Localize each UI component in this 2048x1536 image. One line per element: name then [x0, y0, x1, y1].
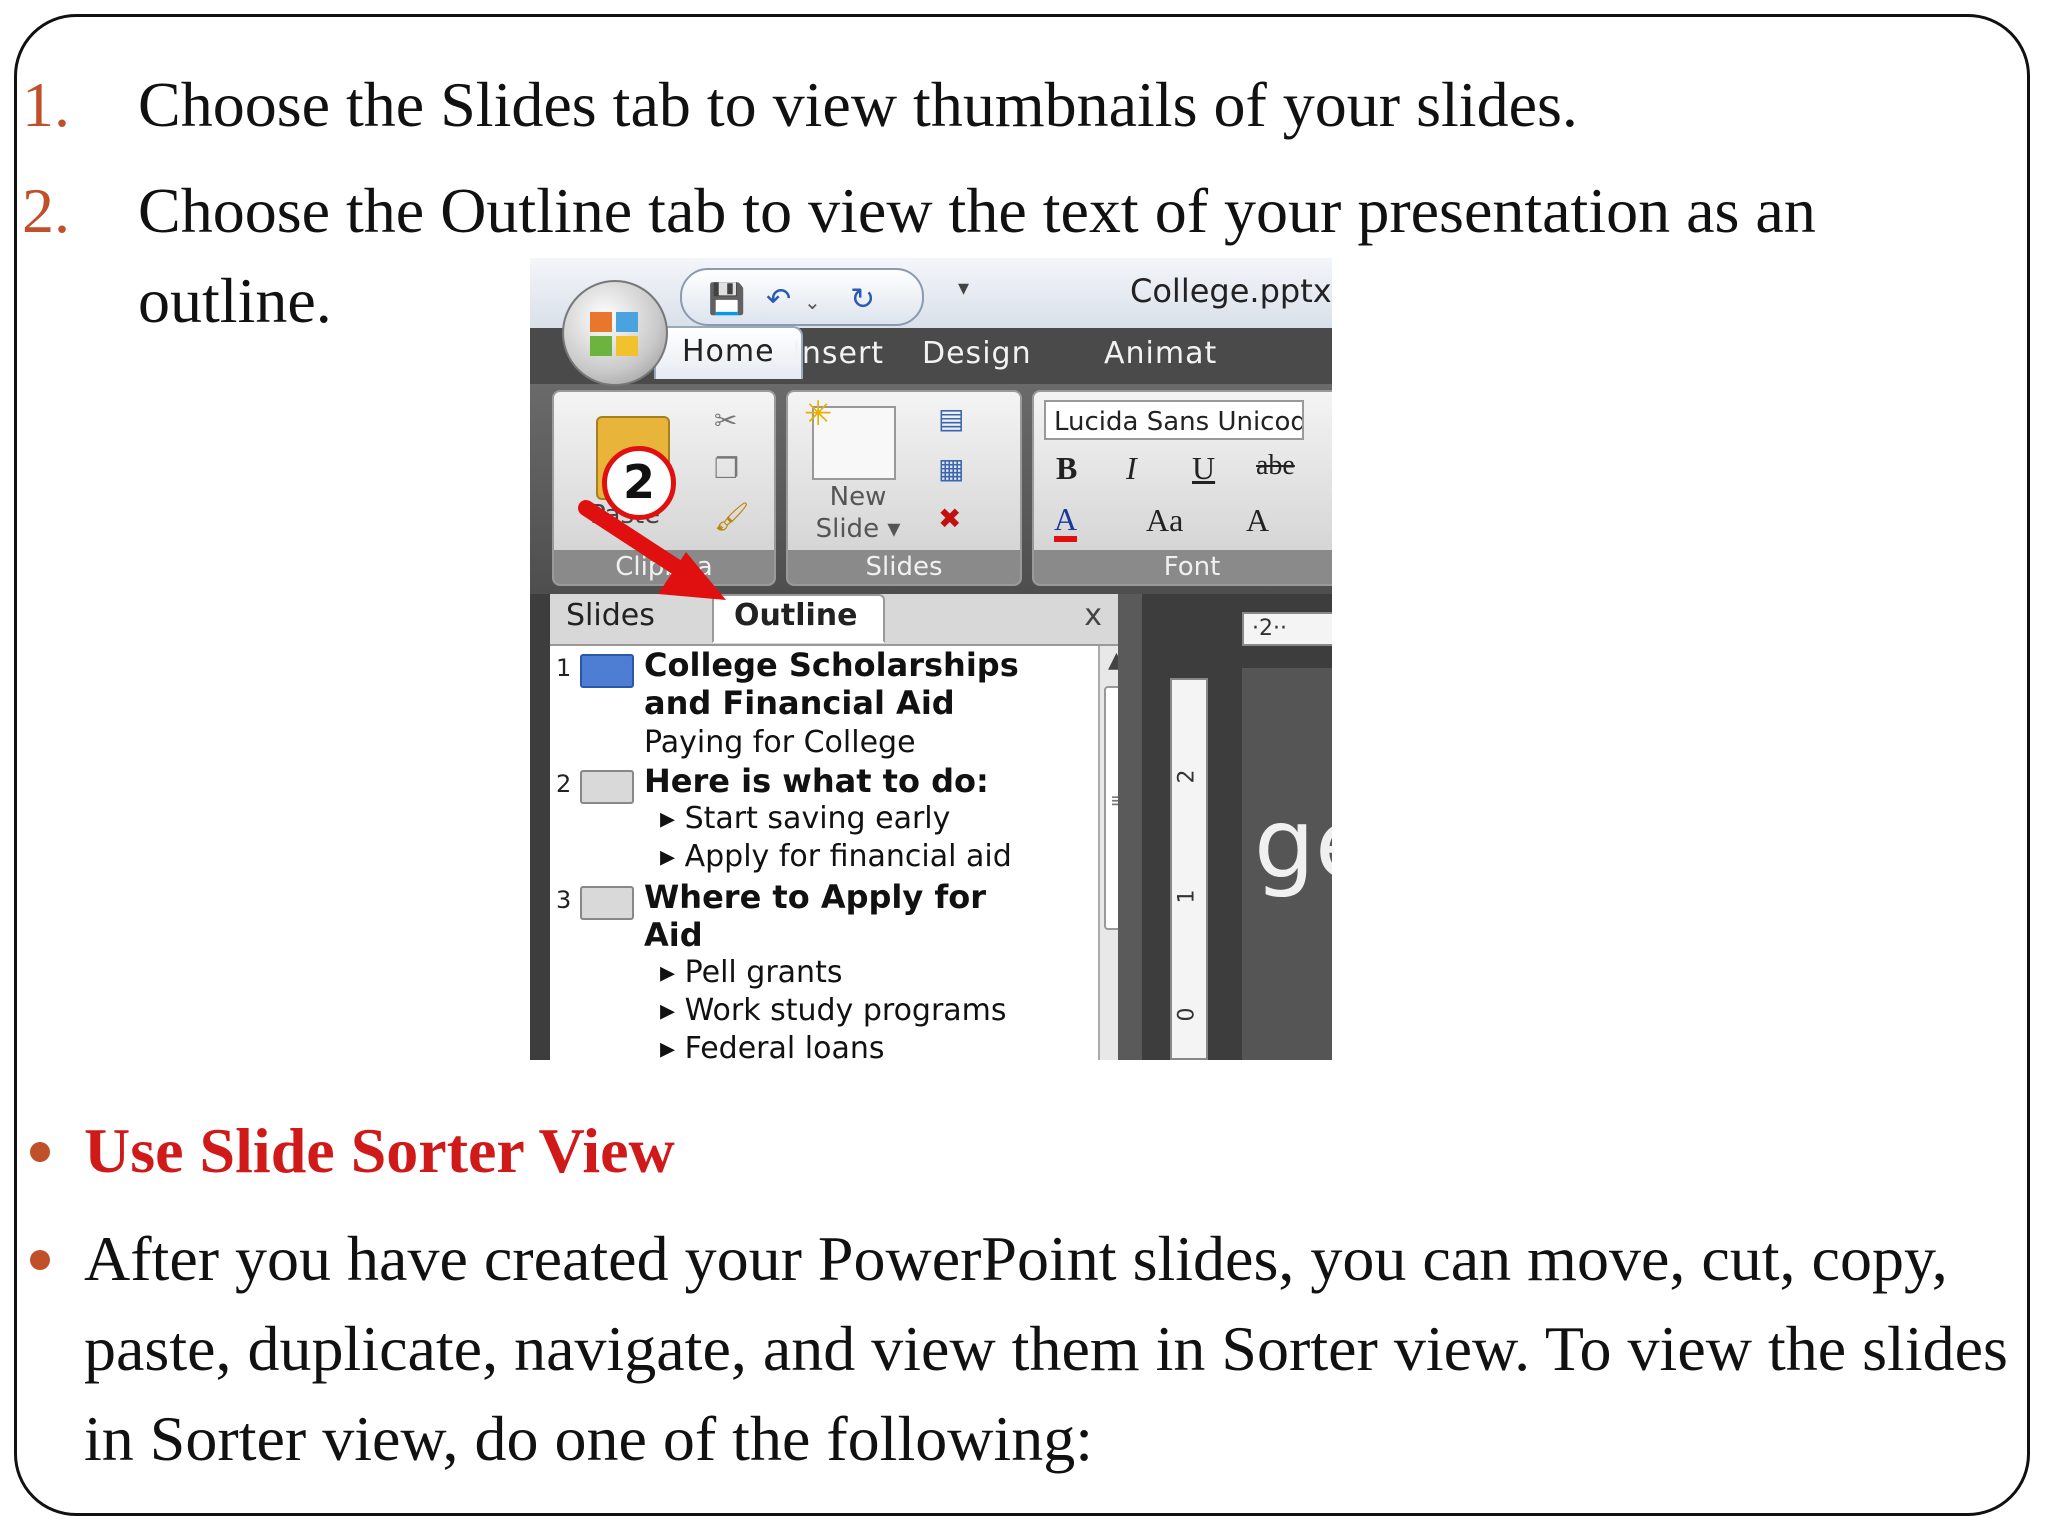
clipboard-group: 2 Paste ✂ ❐ 🖌 Clipboa: [552, 390, 776, 586]
horizontal-ruler: ·2··: [1242, 612, 1332, 646]
strikethrough-button[interactable]: abe: [1256, 450, 1295, 482]
customize-qat-icon[interactable]: ▾: [958, 276, 969, 301]
italic-button[interactable]: I: [1126, 450, 1137, 487]
new-slide-icon[interactable]: ✳: [804, 394, 896, 480]
bold-button[interactable]: B: [1056, 450, 1077, 487]
close-icon[interactable]: x: [1084, 598, 1102, 633]
new-slide-button-line2[interactable]: Slide ▾: [808, 514, 908, 544]
slide-1-title-line1[interactable]: College Scholarships: [644, 646, 1019, 684]
office-button-icon: [590, 312, 638, 356]
office-button[interactable]: [562, 280, 668, 386]
slides-group-label: Slides: [788, 550, 1020, 584]
bullet-dot-icon: [30, 1250, 50, 1270]
sparkle-icon: ✳: [804, 394, 833, 434]
tab-outline[interactable]: Outline: [712, 594, 886, 643]
step-1-text: Choose the Slides tab to view thumbnails…: [138, 69, 1578, 140]
tab-home[interactable]: Home: [654, 326, 803, 379]
list-item-text: Pell grants: [684, 955, 843, 990]
list-item-text: Federal loans: [684, 1031, 885, 1060]
font-name-box[interactable]: Lucida Sans Unicode: [1044, 400, 1304, 440]
font-group-label: Font: [1034, 550, 1332, 584]
list-item[interactable]: ▸ Pell grants: [660, 954, 842, 992]
slides-group: ✳ New Slide ▾ ▤ ▦ ✖ Slides: [786, 390, 1022, 586]
slide-2-thumbnail[interactable]: [580, 770, 634, 804]
slide-1-number: 1: [556, 654, 572, 682]
clipboard-group-label: Clipboa: [554, 550, 774, 584]
list-item-text: Work study programs: [684, 993, 1007, 1028]
list-item[interactable]: ▸ Federal loans: [660, 1030, 885, 1060]
ruler-mark: 0: [1174, 1007, 1200, 1022]
powerpoint-screenshot: 💾 ↶ ⌄ ↻ ▾ College.pptx Home Insert Desig…: [530, 258, 1332, 1060]
file-title: College.pptx: [1130, 272, 1332, 310]
tab-animations[interactable]: Animat: [1104, 336, 1217, 371]
slide-2-title[interactable]: Here is what to do:: [644, 762, 989, 800]
list-item[interactable]: ▸ Work study programs: [660, 992, 1007, 1030]
vertical-ruler: 2 1 0: [1170, 678, 1208, 1060]
callout-badge: 2: [602, 446, 676, 520]
list-item-text: Apply for financial aid: [684, 839, 1012, 874]
copy-icon[interactable]: ❐: [714, 452, 739, 485]
slide-1-title-line2[interactable]: and Financial Aid: [644, 684, 955, 722]
slide-3-thumbnail[interactable]: [580, 886, 634, 920]
font-color-button[interactable]: A: [1054, 502, 1078, 542]
list-item-text: Start saving early: [684, 801, 951, 836]
undo-dropdown-icon[interactable]: ⌄: [804, 290, 821, 314]
new-slide-button-line1[interactable]: New: [808, 482, 908, 512]
slide-1-thumbnail[interactable]: [580, 654, 634, 688]
ruler-mark: 1: [1174, 889, 1200, 904]
slide-text-fragment: ge: [1254, 788, 1332, 900]
step-1-number: 1.: [22, 69, 70, 140]
cut-icon[interactable]: ✂: [714, 404, 737, 437]
tab-insert[interactable]: Insert: [792, 336, 884, 371]
list-item[interactable]: ▸ Apply for financial aid: [660, 838, 1012, 876]
font-group: Lucida Sans Unicode B I U abe A Aa A Fon…: [1032, 390, 1332, 586]
slides-outline-pane: Slides Outline x 1 College Scholarships …: [550, 594, 1140, 1060]
quick-access-toolbar: 💾 ↶ ⌄ ↻: [680, 268, 924, 326]
list-item[interactable]: ▸ Start saving early: [660, 800, 950, 838]
tab-design[interactable]: Design: [922, 336, 1032, 371]
outline-list: 1 College Scholarships and Financial Aid…: [550, 646, 1098, 1060]
slide-2-number: 2: [556, 770, 572, 798]
change-case-button[interactable]: Aa: [1146, 502, 1183, 539]
slide-3-number: 3: [556, 886, 572, 914]
slide-3-title-line1[interactable]: Where to Apply for: [644, 878, 986, 916]
section-heading: Use Slide Sorter View: [84, 1115, 675, 1186]
format-painter-icon[interactable]: 🖌: [714, 500, 750, 533]
reset-icon[interactable]: ▦: [938, 452, 964, 485]
delete-icon[interactable]: ✖: [938, 502, 961, 535]
slide-1-subtitle[interactable]: Paying for College: [644, 724, 916, 762]
ruler-mark: 2: [1174, 769, 1200, 784]
layout-icon[interactable]: ▤: [938, 402, 964, 435]
slide-canvas[interactable]: ge: [1242, 668, 1332, 1060]
save-icon[interactable]: 💾: [708, 282, 745, 317]
body-paragraph: After you have created your PowerPoint s…: [84, 1223, 2008, 1474]
undo-icon[interactable]: ↶: [766, 282, 791, 317]
pane-splitter[interactable]: [1118, 594, 1142, 1060]
tab-slides[interactable]: Slides: [566, 598, 655, 633]
redo-icon[interactable]: ↻: [850, 282, 875, 317]
step-2-number: 2.: [22, 175, 70, 246]
grow-font-button[interactable]: A: [1246, 502, 1269, 539]
pane-tabs: Slides Outline x: [550, 594, 1118, 646]
slide-3-title-line2[interactable]: Aid: [644, 916, 703, 954]
bullet-dot-icon: [30, 1142, 50, 1162]
underline-button[interactable]: U: [1192, 450, 1215, 487]
